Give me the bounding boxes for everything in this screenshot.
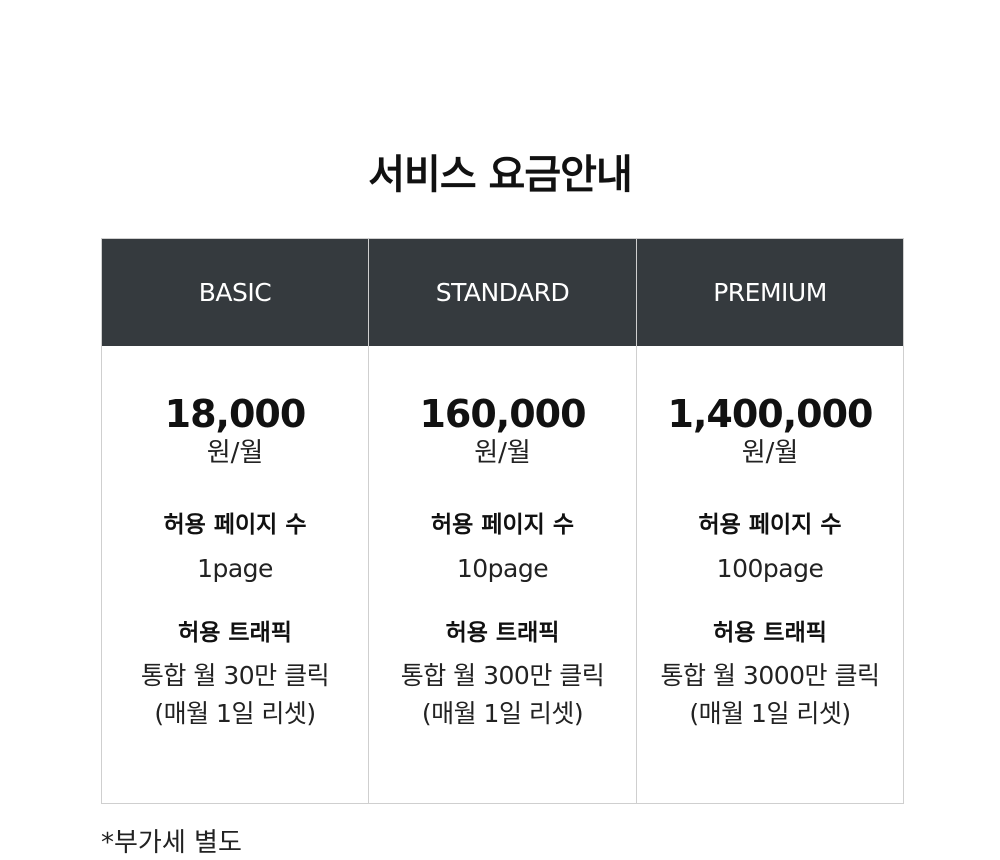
plan-price: 18,000 (164, 392, 307, 436)
page-title: 서비스 요금안내 (368, 151, 633, 198)
plan-name: STANDARD (369, 239, 636, 346)
plan-details: 18,000 원/월 허용 페이지 수 1page 허용 트래픽 통합 월 30… (102, 346, 368, 803)
traffic-value: 통합 월 30만 클릭 (140, 661, 330, 690)
traffic-value: 통합 월 3000만 클릭 (660, 661, 880, 690)
plan-details: 160,000 원/월 허용 페이지 수 10page 허용 트래픽 통합 월 … (369, 346, 636, 803)
traffic-reset-note: (매월 1일 리셋) (154, 699, 316, 728)
pages-value: 1page (197, 554, 273, 583)
pages-value: 10page (456, 554, 549, 583)
traffic-label: 허용 트래픽 (445, 620, 560, 646)
pages-label: 허용 페이지 수 (698, 512, 842, 538)
traffic-label: 허용 트래픽 (713, 620, 827, 646)
pages-label: 허용 페이지 수 (431, 512, 574, 538)
plan-price: 160,000 (419, 392, 586, 436)
plan-basic: BASIC 18,000 원/월 허용 페이지 수 1page 허용 트래픽 통… (102, 239, 369, 803)
price-unit: 원/월 (474, 438, 531, 468)
traffic-label: 허용 트래픽 (178, 620, 292, 646)
vat-footnote: *부가세 별도 (101, 828, 242, 858)
plan-name: BASIC (102, 239, 368, 346)
plan-premium: PREMIUM 1,400,000 원/월 허용 페이지 수 100page 허… (637, 239, 903, 803)
plan-details: 1,400,000 원/월 허용 페이지 수 100page 허용 트래픽 통합… (637, 346, 903, 803)
plan-standard: STANDARD 160,000 원/월 허용 페이지 수 10page 허용 … (369, 239, 637, 803)
plan-name: PREMIUM (637, 239, 903, 346)
traffic-reset-note: (매월 1일 리셋) (689, 699, 851, 728)
pages-value: 100page (716, 554, 824, 583)
traffic-reset-note: (매월 1일 리셋) (421, 699, 584, 728)
pages-label: 허용 페이지 수 (163, 512, 307, 538)
pricing-table: BASIC 18,000 원/월 허용 페이지 수 1page 허용 트래픽 통… (101, 238, 904, 804)
price-unit: 원/월 (741, 438, 799, 468)
plan-price: 1,400,000 (667, 392, 874, 436)
price-unit: 원/월 (206, 438, 264, 468)
traffic-value: 통합 월 300만 클릭 (400, 661, 605, 690)
